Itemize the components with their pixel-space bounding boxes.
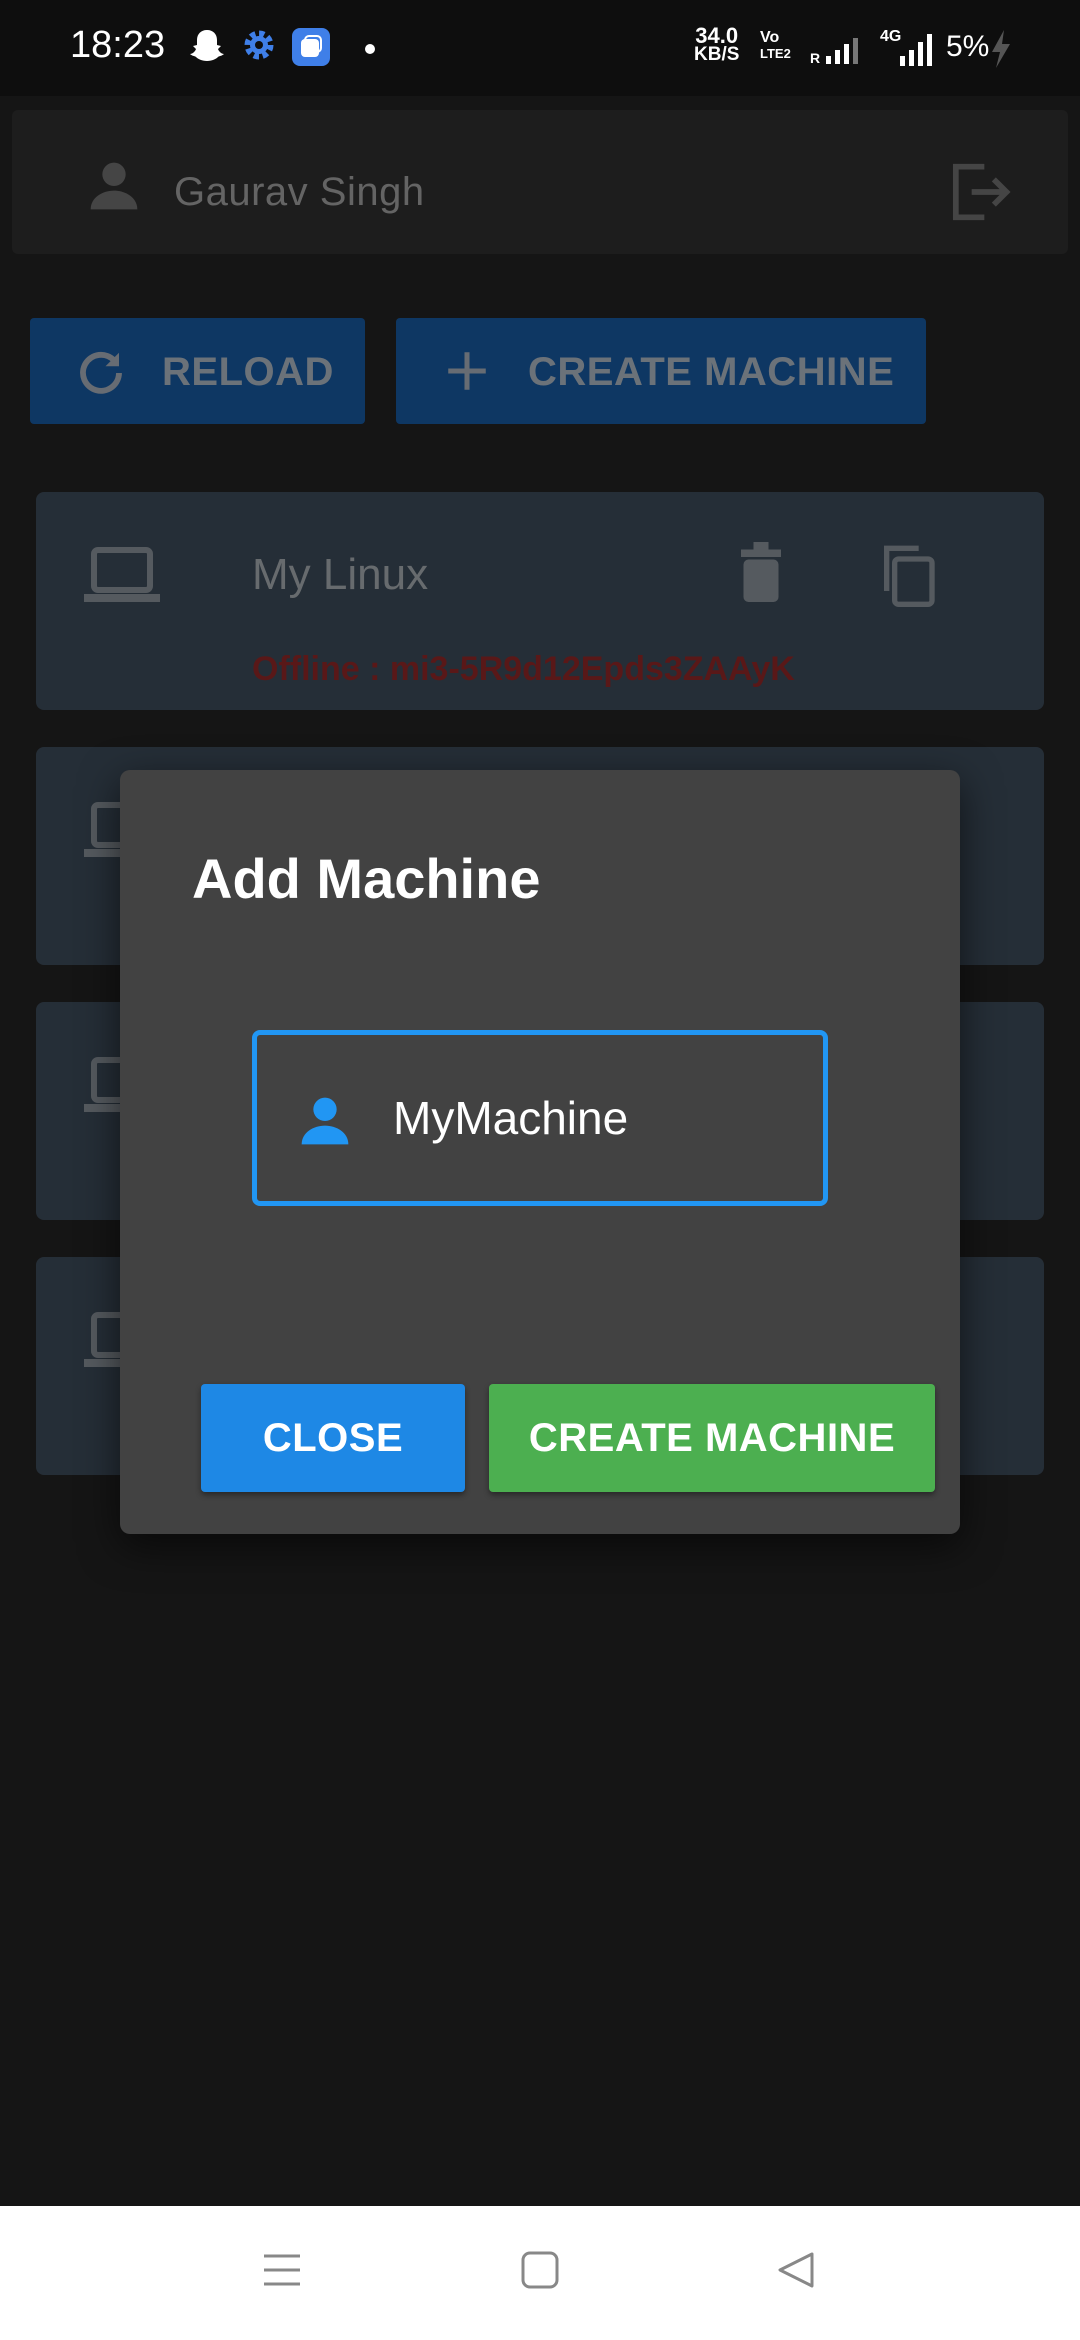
add-machine-dialog: Add Machine MyMachine CLOSE CREATE MACHI… <box>120 770 960 1534</box>
volte-indicator: Vo LTE2 <box>760 30 791 62</box>
home-button[interactable] <box>520 2250 560 2295</box>
dialog-title: Add Machine <box>192 847 541 910</box>
back-triangle-icon <box>778 2252 814 2288</box>
recents-menu-button[interactable] <box>262 2250 302 2295</box>
create-machine-confirm-button[interactable]: CREATE MACHINE <box>489 1384 935 1492</box>
system-nav-bar <box>0 2206 1080 2340</box>
app-switch-icon <box>292 28 330 71</box>
net-speed-value: 34.0 <box>695 23 739 48</box>
menu-icon <box>264 2254 300 2286</box>
status-time: 18:23 <box>70 24 166 66</box>
machine-name-value[interactable]: MyMachine <box>393 1091 628 1145</box>
signal-sim1-icon <box>826 34 862 69</box>
machine-name-field[interactable]: MyMachine <box>252 1030 828 1206</box>
snapchat-icon <box>190 28 224 69</box>
screen: 18:23 34.0 KB/S Vo LTE2 R 4G 5% Add Mach… <box>0 0 1080 2340</box>
close-button[interactable]: CLOSE <box>201 1384 465 1492</box>
volte-top: Vo <box>760 29 780 46</box>
net-speed: 34.0 KB/S <box>694 23 740 65</box>
close-label: CLOSE <box>262 1416 404 1460</box>
back-button[interactable] <box>776 2250 816 2295</box>
home-square-icon <box>521 2251 559 2289</box>
notification-dot-icon <box>364 42 376 60</box>
create-machine-confirm-label: CREATE MACHINE <box>528 1416 896 1460</box>
status-bar: 18:23 34.0 KB/S Vo LTE2 R 4G 5% <box>0 0 1080 96</box>
charging-bolt-icon <box>990 30 1012 73</box>
settings-gear-icon <box>242 28 276 67</box>
net-speed-unit: KB/S <box>694 44 740 65</box>
person-icon <box>297 1093 353 1154</box>
battery-percent: 5% <box>946 30 990 63</box>
signal-sim2-icon <box>896 34 940 71</box>
volte-bottom: LTE2 <box>760 46 791 61</box>
roaming-indicator: R <box>810 50 821 66</box>
